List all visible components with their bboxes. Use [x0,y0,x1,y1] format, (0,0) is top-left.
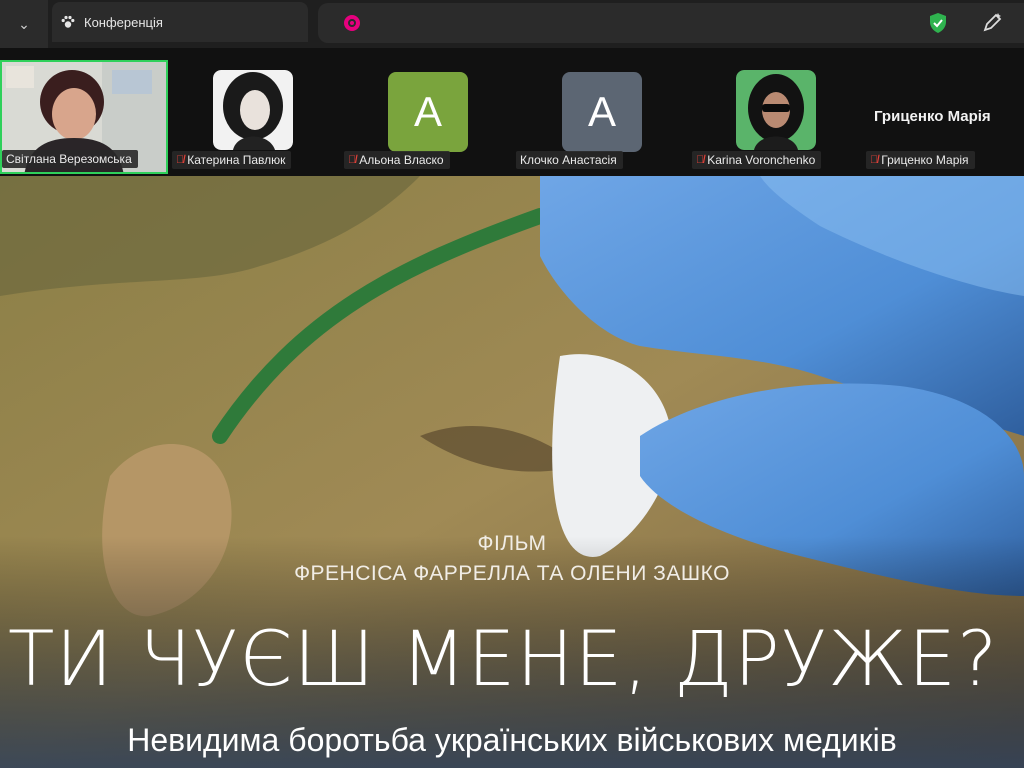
avatar-initial: A [587,88,616,135]
muted-mic-icon: 🎙̸ [176,154,185,166]
participant-name: Світлана Верезомська [6,152,132,166]
poster-subtitle: Невидима боротьба українських військових… [127,722,897,758]
participant-tile[interactable]: Гриценко Марія 🎙̸ Гриценко Марія [864,60,1024,172]
poster-kicker-line1: ФІЛЬМ [477,532,547,555]
muted-mic-icon: 🎙̸ [696,154,705,166]
pen-icon[interactable] [980,11,1004,35]
shared-screen: ФІЛЬМ ФРЕНСІСА ФАРРЕЛЛА ТА ОЛЕНИ ЗАШКО Т… [0,176,1024,768]
participant-tile[interactable]: 🎙̸ Катерина Павлюк [172,60,312,172]
muted-mic-icon: 🎙̸ [348,154,357,166]
participant-name-tag: 🎙̸ Karina Voronchenko [692,151,822,169]
participant-name: Гриценко Марія [881,153,969,167]
browser-tab-conference[interactable]: Конференція [52,2,308,42]
address-bar[interactable]: ⋮ [318,3,1024,43]
participant-name: Катерина Павлюк [187,153,286,167]
participant-name: Клочко Анастасія [520,153,617,167]
participant-avatar: A [562,72,642,152]
participant-display-name: Гриценко Марія [874,108,991,125]
more-icon[interactable]: ⋮ [1018,11,1024,35]
tab-list-dropdown[interactable]: ⌄ [0,0,48,48]
participant-tile[interactable]: A 🎙̸ Альона Власко [344,60,484,172]
participant-name: Karina Voronchenko [707,153,816,167]
paw-icon [61,15,75,28]
participant-name-tag: 🎙̸ Альона Власко [344,151,450,169]
muted-mic-icon: 🎙̸ [870,154,879,166]
participant-name-tag: Світлана Верезомська [2,150,138,168]
chevron-down-icon: ⌄ [18,15,30,32]
participant-name-tag: 🎙̸ Катерина Павлюк [172,151,292,169]
shield-icon[interactable] [926,11,950,35]
participant-strip: Світлана Верезомська 🎙̸ Катерина Павлюк … [0,48,1024,176]
participant-photo [736,70,816,150]
participant-avatar: A [388,72,468,152]
participant-tile[interactable]: A Клочко Анастасія [516,60,656,172]
participant-photo [213,70,293,150]
participant-tile[interactable]: 🎙̸ Karina Voronchenko [690,60,850,172]
participant-name-tag: Клочко Анастасія [516,151,623,169]
poster-kicker-line2: ФРЕНСІСА ФАРРЕЛЛА ТА ОЛЕНИ ЗАШКО [294,562,730,585]
tab-title: Конференція [84,14,163,30]
avatar-initial: A [413,88,442,135]
participant-name: Альона Власко [359,153,444,167]
participant-name-tag: 🎙̸ Гриценко Марія [866,151,975,169]
site-icon [344,15,360,31]
browser-tab-bar: ⌄ Конференція ⋮ [0,0,1024,48]
participant-tile[interactable]: Світлана Верезомська [0,60,168,174]
poster-title: ТИ ЧУЄШ МЕНЕ, ДРУЖЕ? [8,614,999,703]
